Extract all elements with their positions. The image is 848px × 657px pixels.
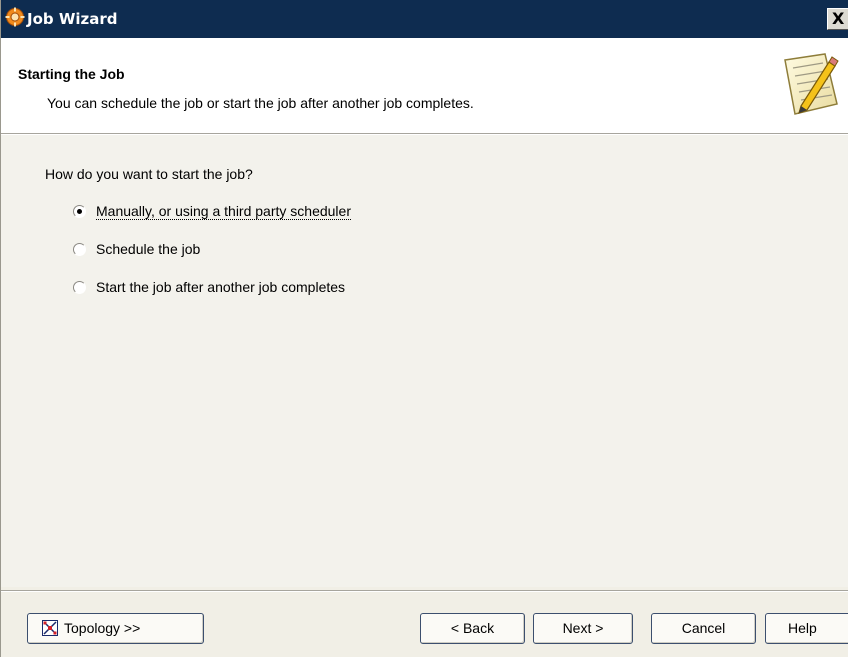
topology-icon bbox=[42, 617, 58, 636]
footer-separator-highlight bbox=[1, 591, 848, 592]
close-button[interactable]: X bbox=[827, 8, 848, 30]
radio-option-after-job[interactable]: Start the job after another job complete… bbox=[73, 277, 345, 297]
title-bar[interactable]: Job Wizard X bbox=[1, 0, 848, 38]
wizard-content: How do you want to start the job? Manual… bbox=[1, 135, 848, 587]
start-question-label: How do you want to start the job? bbox=[45, 166, 253, 182]
notepad-pencil-icon bbox=[771, 48, 847, 124]
radio-button[interactable] bbox=[73, 280, 86, 294]
window-title: Job Wizard bbox=[27, 10, 118, 28]
radio-label-schedule: Schedule the job bbox=[96, 241, 201, 257]
job-wizard-window: Job Wizard X Starting the Job You can sc… bbox=[0, 0, 848, 657]
topology-button[interactable]: Topology >> bbox=[27, 613, 204, 644]
radio-label-after-job: Start the job after another job complete… bbox=[96, 279, 346, 295]
close-icon: X bbox=[832, 9, 845, 28]
radio-option-manually[interactable]: Manually, or using a third party schedul… bbox=[73, 201, 351, 221]
wizard-header: Starting the Job You can schedule the jo… bbox=[1, 38, 848, 134]
page-subtitle: You can schedule the job or start the jo… bbox=[47, 95, 474, 111]
back-button[interactable]: < Back bbox=[420, 613, 525, 644]
topology-button-label: Topology >> bbox=[64, 620, 141, 636]
radio-option-schedule[interactable]: Schedule the job bbox=[73, 239, 200, 259]
page-title: Starting the Job bbox=[18, 66, 125, 82]
radio-button-checked[interactable] bbox=[73, 204, 86, 218]
radio-label-manually: Manually, or using a third party schedul… bbox=[96, 202, 351, 220]
cancel-button[interactable]: Cancel bbox=[651, 613, 756, 644]
app-gear-icon bbox=[5, 7, 25, 27]
radio-button[interactable] bbox=[73, 242, 86, 256]
help-button[interactable]: Help bbox=[765, 613, 848, 644]
next-button[interactable]: Next > bbox=[533, 613, 633, 644]
